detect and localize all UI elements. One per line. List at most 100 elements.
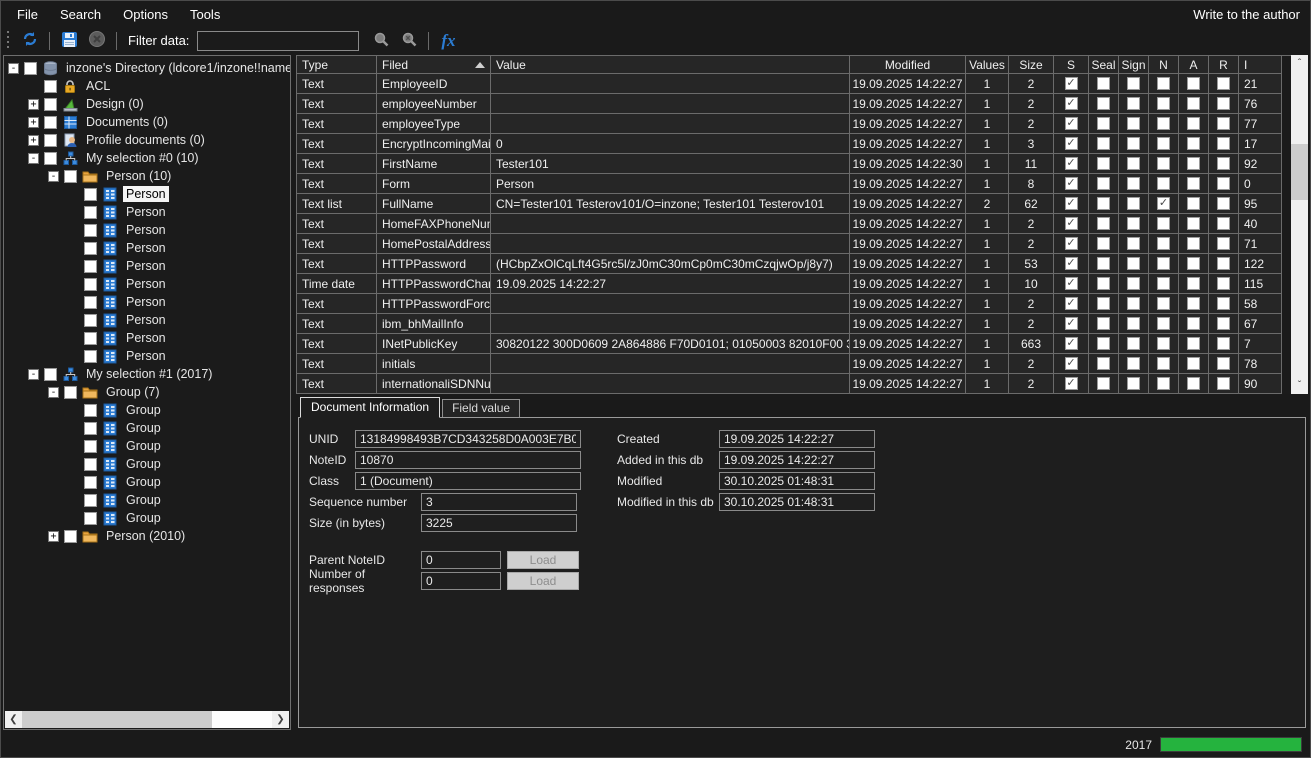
write-to-author-link[interactable]: Write to the author [1193,7,1310,22]
field-input-modified[interactable] [719,472,875,490]
tree-item[interactable]: Group [4,419,290,437]
field-input-noteid[interactable] [355,451,581,469]
table-row[interactable]: TextEncryptIncomingMail019.09.2025 14:22… [297,134,1291,154]
flag-checkbox-s[interactable]: ✓ [1065,377,1078,390]
flag-checkbox-r[interactable] [1217,137,1230,150]
tree-checkbox[interactable] [84,296,97,309]
flag-checkbox-n[interactable] [1157,157,1170,170]
flag-checkbox-sign[interactable] [1127,157,1140,170]
flag-checkbox-s[interactable]: ✓ [1065,277,1078,290]
tree-checkbox[interactable] [44,152,57,165]
tree-checkbox[interactable] [84,422,97,435]
tree-item[interactable]: Group [4,473,290,491]
tree-checkbox[interactable] [64,386,77,399]
flag-checkbox-a[interactable] [1187,97,1200,110]
table-row[interactable]: TextHTTPPasswordForce...19.09.2025 14:22… [297,294,1291,314]
scroll-left-arrow[interactable]: ❮ [5,711,22,728]
tree-checkbox[interactable] [84,314,97,327]
flag-checkbox-seal[interactable] [1097,297,1110,310]
flag-checkbox-a[interactable] [1187,357,1200,370]
flag-checkbox-r[interactable] [1217,117,1230,130]
tree-checkbox[interactable] [44,134,57,147]
scroll-track[interactable] [1291,72,1308,377]
flag-checkbox-s[interactable]: ✓ [1065,197,1078,210]
tree-checkbox[interactable] [44,116,57,129]
flag-checkbox-n[interactable] [1157,277,1170,290]
flag-checkbox-r[interactable] [1217,377,1230,390]
tree-expander[interactable]: - [48,387,59,398]
tree-checkbox[interactable] [44,98,57,111]
flag-checkbox-seal[interactable] [1097,237,1110,250]
tree-item[interactable]: Group [4,437,290,455]
tree-checkbox[interactable] [44,368,57,381]
flag-checkbox-r[interactable] [1217,77,1230,90]
table-row[interactable]: Time dateHTTPPasswordChan...19.09.2025 1… [297,274,1291,294]
flag-checkbox-a[interactable] [1187,337,1200,350]
column-header-n[interactable]: N [1149,56,1179,74]
tree-item[interactable]: -My selection #1 (2017) [4,365,290,383]
tree-checkbox[interactable] [84,188,97,201]
tree-item[interactable]: Person [4,347,290,365]
column-header-s[interactable]: S [1054,56,1089,74]
table-row[interactable]: Text listFullNameCN=Tester101 Testerov10… [297,194,1291,214]
flag-checkbox-seal[interactable] [1097,197,1110,210]
flag-checkbox-sign[interactable] [1127,297,1140,310]
table-row[interactable]: TextINetPublicKey30820122 300D0609 2A864… [297,334,1291,354]
flag-checkbox-n[interactable] [1157,97,1170,110]
tree-checkbox[interactable] [24,62,37,75]
flag-checkbox-r[interactable] [1217,177,1230,190]
flag-checkbox-r[interactable] [1217,277,1230,290]
flag-checkbox-sign[interactable] [1127,97,1140,110]
search-button[interactable] [369,29,393,53]
flag-checkbox-a[interactable] [1187,197,1200,210]
toolbar-grip[interactable] [6,31,11,51]
flag-checkbox-s[interactable]: ✓ [1065,257,1078,270]
tree-checkbox[interactable] [84,476,97,489]
flag-checkbox-s[interactable]: ✓ [1065,137,1078,150]
flag-checkbox-sign[interactable] [1127,317,1140,330]
flag-checkbox-n[interactable] [1157,137,1170,150]
column-header-filed[interactable]: Filed [377,56,491,74]
tree-item[interactable]: -Group (7) [4,383,290,401]
scroll-thumb[interactable] [22,711,212,728]
flag-checkbox-s[interactable]: ✓ [1065,237,1078,250]
flag-checkbox-seal[interactable] [1097,357,1110,370]
flag-checkbox-a[interactable] [1187,157,1200,170]
flag-checkbox-r[interactable] [1217,317,1230,330]
field-input-class[interactable] [355,472,581,490]
tree-item[interactable]: Person [4,293,290,311]
tree-item[interactable]: ACL [4,77,290,95]
load-button[interactable]: Load [507,551,579,569]
flag-checkbox-sign[interactable] [1127,137,1140,150]
flag-checkbox-seal[interactable] [1097,337,1110,350]
table-row[interactable]: TextemployeeNumber19.09.2025 14:22:2712✓… [297,94,1291,114]
flag-checkbox-n[interactable] [1157,217,1170,230]
field-input-size-in-bytes-[interactable] [421,514,577,532]
tree-expander[interactable]: - [48,171,59,182]
tree-checkbox[interactable] [84,440,97,453]
flag-checkbox-a[interactable] [1187,277,1200,290]
load-button[interactable]: Load [507,572,579,590]
table-row[interactable]: TextHomeFAXPhoneNum...19.09.2025 14:22:2… [297,214,1291,234]
column-header-modified[interactable]: Modified [850,56,966,74]
column-header-value[interactable]: Value [491,56,850,74]
flag-checkbox-seal[interactable] [1097,117,1110,130]
flag-checkbox-r[interactable] [1217,257,1230,270]
flag-checkbox-sign[interactable] [1127,77,1140,90]
flag-checkbox-seal[interactable] [1097,317,1110,330]
tree-checkbox[interactable] [64,170,77,183]
flag-checkbox-s[interactable]: ✓ [1065,217,1078,230]
table-row[interactable]: Textinitials19.09.2025 14:22:2712✓78 [297,354,1291,374]
column-header-sign[interactable]: Sign [1119,56,1149,74]
tree-checkbox[interactable] [84,278,97,291]
tree-expander[interactable]: + [28,117,39,128]
flag-checkbox-s[interactable]: ✓ [1065,337,1078,350]
flag-checkbox-sign[interactable] [1127,377,1140,390]
flag-checkbox-r[interactable] [1217,337,1230,350]
column-header-r[interactable]: R [1209,56,1239,74]
flag-checkbox-sign[interactable] [1127,337,1140,350]
tree-item[interactable]: +Profile documents (0) [4,131,290,149]
flag-checkbox-n[interactable] [1157,377,1170,390]
stop-button[interactable] [85,29,109,53]
tree-checkbox[interactable] [84,260,97,273]
